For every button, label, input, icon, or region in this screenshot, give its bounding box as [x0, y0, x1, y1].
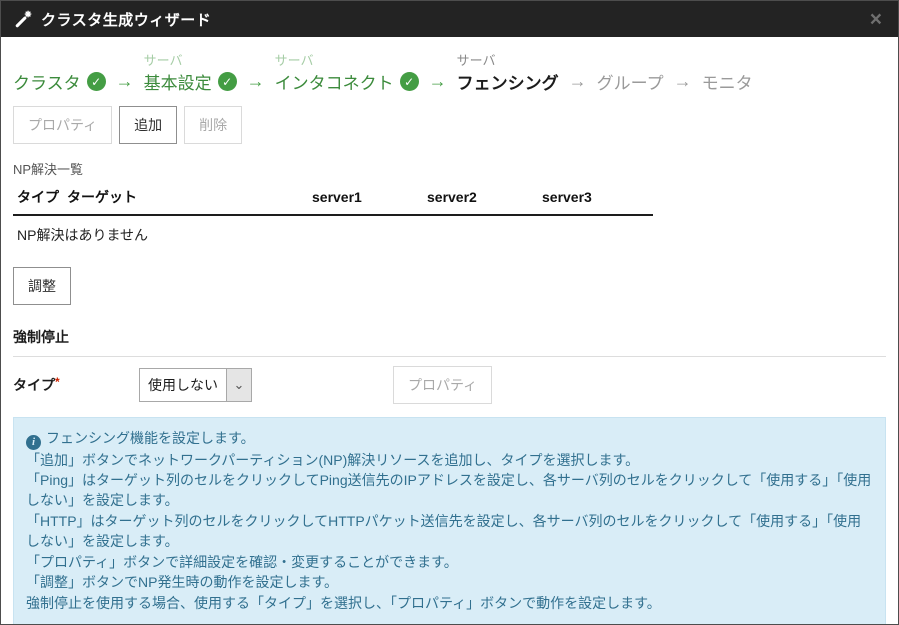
info-line: 「HTTP」はターゲット列のセルをクリックしてHTTPパケット送信先を設定し、各…: [26, 511, 873, 552]
info-line: 「追加」ボタンでネットワークパーティション(NP)解決リソースを追加し、タイプを…: [26, 450, 873, 470]
np-empty-message: NP解決はありません: [13, 215, 653, 255]
column-server2: server2: [423, 180, 538, 215]
forced-stop-type-select[interactable]: 使用しない ⌄: [139, 368, 252, 402]
info-line: 強制停止を使用する場合、使用する「タイプ」を選択し、「プロパティ」ボタンで動作を…: [26, 593, 873, 613]
info-box: iフェンシング機能を設定します。 「追加」ボタンでネットワークパーティション(N…: [13, 417, 886, 625]
selected-option: 使用しない: [140, 369, 226, 401]
step-label: フェンシング: [457, 69, 559, 94]
step-monitor: モニタ: [702, 50, 753, 94]
step-label: 基本設定: [144, 69, 212, 94]
forced-stop-property-button[interactable]: プロパティ: [393, 366, 492, 404]
step-label: クラスタ: [13, 69, 81, 94]
column-server1: server1: [308, 180, 423, 215]
required-mark: *: [55, 375, 60, 389]
info-line: iフェンシング機能を設定します。: [26, 428, 873, 450]
info-line: 「Ping」はターゲット列のセルをクリックしてPing送信先のIPアドレスを設定…: [26, 470, 873, 511]
step-sublabel: サーバ: [144, 50, 237, 69]
step-interconnect[interactable]: サーバ インタコネクト ✓: [275, 50, 419, 94]
step-sublabel: サーバ: [275, 50, 419, 69]
dialog-title: クラスタ生成ウィザード: [41, 9, 211, 30]
add-button[interactable]: 追加: [119, 106, 177, 144]
info-icon: i: [26, 435, 41, 450]
close-icon[interactable]: ×: [868, 9, 884, 30]
step-fencing: サーバ フェンシング: [457, 50, 559, 94]
step-sublabel: サーバ: [457, 50, 559, 69]
column-type: タイプ: [13, 180, 63, 215]
step-label: モニタ: [702, 69, 753, 94]
wand-icon: [15, 10, 33, 28]
step-cluster[interactable]: クラスタ ✓: [13, 50, 106, 94]
info-line: 「プロパティ」ボタンで詳細設定を確認・変更することができます。: [26, 552, 873, 572]
chevron-down-icon: ⌄: [226, 369, 251, 401]
step-arrow-icon: →: [419, 71, 457, 94]
np-table-header-row: タイプ ターゲット server1 server2 server3: [13, 180, 653, 215]
step-group: グループ: [597, 50, 664, 94]
step-arrow-icon: →: [664, 71, 702, 94]
type-label: タイプ*: [13, 375, 139, 395]
step-arrow-icon: →: [559, 71, 597, 94]
step-arrow-icon: →: [106, 71, 144, 94]
column-target: ターゲット: [63, 180, 308, 215]
np-table: タイプ ターゲット server1 server2 server3 NP解決はあ…: [13, 180, 653, 255]
forced-stop-type-row: タイプ* 使用しない ⌄ プロパティ: [13, 366, 886, 404]
property-button[interactable]: プロパティ: [13, 106, 112, 144]
delete-button[interactable]: 削除: [184, 106, 242, 144]
cluster-wizard-dialog: クラスタ生成ウィザード × クラスタ ✓ → サーバ 基本設定 ✓ →: [0, 0, 899, 625]
wizard-stepper: クラスタ ✓ → サーバ 基本設定 ✓ → サーバ インタコネクト ✓: [13, 50, 886, 94]
step-label: グループ: [597, 69, 664, 94]
step-basic-settings[interactable]: サーバ 基本設定 ✓: [144, 50, 237, 94]
adjust-button[interactable]: 調整: [13, 267, 71, 305]
np-table-empty-row: NP解決はありません: [13, 215, 653, 255]
column-server3: server3: [538, 180, 653, 215]
info-line: 「調整」ボタンでNP発生時の動作を設定します。: [26, 572, 873, 592]
check-icon: ✓: [87, 72, 106, 91]
forced-stop-heading: 強制停止: [13, 327, 886, 357]
check-icon: ✓: [218, 72, 237, 91]
np-toolbar: プロパティ 追加 削除: [13, 106, 886, 144]
step-arrow-icon: →: [237, 71, 275, 94]
step-label: インタコネクト: [275, 69, 394, 94]
np-table-caption: NP解決一覧: [13, 159, 886, 178]
title-bar: クラスタ生成ウィザード ×: [1, 1, 898, 37]
dialog-body: クラスタ ✓ → サーバ 基本設定 ✓ → サーバ インタコネクト ✓: [1, 50, 898, 625]
check-icon: ✓: [400, 72, 419, 91]
